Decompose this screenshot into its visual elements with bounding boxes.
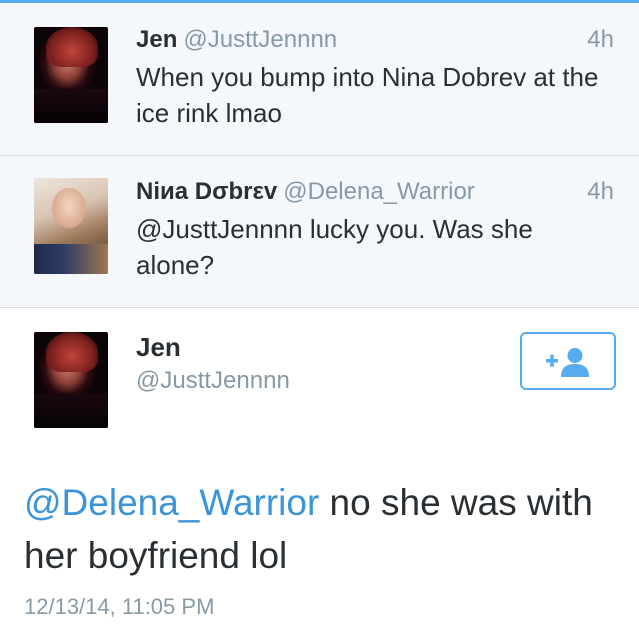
user-name[interactable]: Jen [136,26,177,53]
user-name[interactable]: Niиa Dσbrεv [136,178,277,205]
mention-link[interactable]: @Delena_Warrior [24,482,319,523]
context-tweet[interactable]: Niиa Dσbrεv @Delena_Warrior 4h @JusttJenn… [0,156,639,308]
tweet-time: 4h [587,178,614,205]
main-tweet-user-handle[interactable]: @JusttJennnn [136,367,290,395]
avatar[interactable] [34,27,108,123]
add-user-icon [546,348,589,377]
follow-button[interactable] [520,332,616,390]
main-tweet-user-name[interactable]: Jen [136,332,181,363]
tweet-text: @JusttJennnn lucky you. Was she alone? [136,214,533,280]
avatar[interactable] [34,178,108,274]
user-handle[interactable]: @Delena_Warrior [283,178,475,205]
tweet-header: Niиa Dσbrεv @Delena_Warrior 4h [136,177,614,207]
user-handle[interactable]: @JusttJennnn [183,26,337,53]
tweet-time: 4h [587,26,614,53]
main-tweet-avatar[interactable] [34,332,108,428]
main-tweet-text: @Delena_Warrior no she was with her boyf… [24,476,624,582]
tweet-text: When you bump into Nina Dobrev at the ic… [136,62,599,128]
tweet-header: Jen @JusttJennnn 4h [136,25,614,55]
tweet-timestamp: 12/13/14, 11:05 PM [24,594,215,619]
context-tweet[interactable]: Jen @JusttJennnn 4h When you bump into Ni… [0,3,639,156]
